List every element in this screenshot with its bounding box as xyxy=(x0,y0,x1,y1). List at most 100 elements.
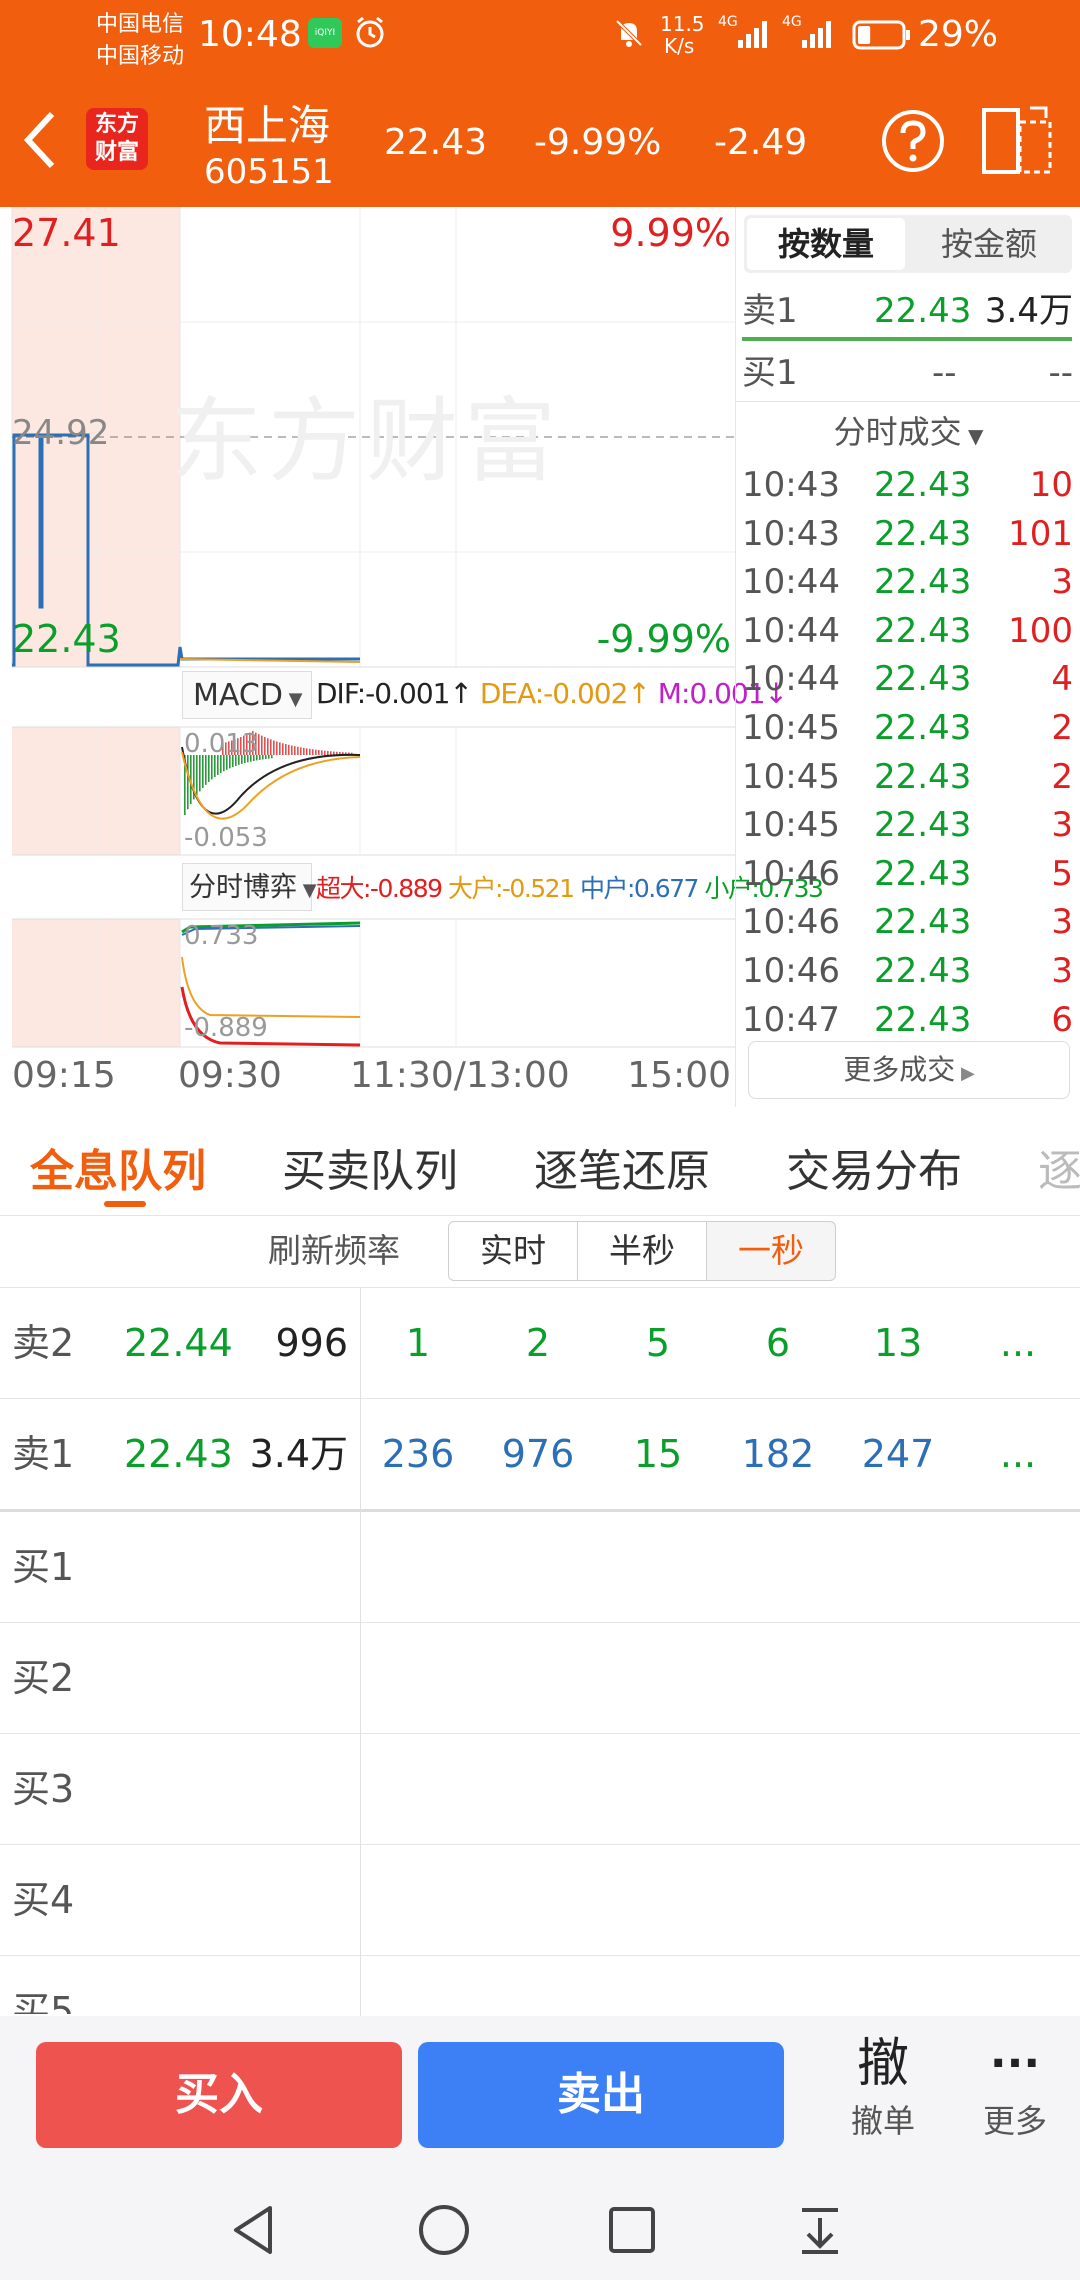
macd-hist-bar-positive xyxy=(327,750,329,755)
iqiyi-badge-icon: iQIYI xyxy=(308,18,342,48)
play-triangle-icon: ▶ xyxy=(955,1063,975,1084)
stock-price: 22.43 xyxy=(384,122,488,163)
macd-hist-bar-negative xyxy=(262,755,264,760)
tab-tick-restore[interactable]: 逐笔还原 xyxy=(534,1135,710,1199)
queue-order-size: 976 xyxy=(501,1432,575,1476)
tab-full-queue[interactable]: 全息队列 xyxy=(30,1135,206,1199)
bid-1-price: -- xyxy=(932,353,957,393)
trades-title-dropdown[interactable]: 分时成交 ▼ xyxy=(736,407,1080,461)
trade-volume: 3 xyxy=(1051,805,1073,846)
tab-trade-distribution[interactable]: 交易分布 xyxy=(786,1135,962,1199)
nav-home-icon[interactable] xyxy=(416,2202,472,2262)
pct-axis-bottom: -9.99% xyxy=(596,617,731,661)
macd-hist-bar-positive xyxy=(279,742,281,755)
queue-row-ask-1: 卖1 22.43 3.4万 236 976 15 182 247... xyxy=(0,1399,1080,1512)
tab-by-amount-label: 按金额 xyxy=(940,225,1037,263)
trades-title-label: 分时成交 xyxy=(833,413,962,451)
refresh-option-one-second[interactable]: 一秒 xyxy=(706,1221,836,1281)
trade-price: 22.43 xyxy=(874,513,972,554)
macd-hist-bar-positive xyxy=(294,746,296,755)
ask-1-volume: 3.4万 xyxy=(984,291,1073,331)
change-value: -2.49 xyxy=(714,122,808,163)
trade-time: 10:46 xyxy=(742,853,840,894)
ask-1-row: 卖1 22.43 3.4万 xyxy=(736,287,1080,335)
refresh-option-realtime[interactable]: 实时 xyxy=(448,1221,578,1281)
tab-more-partial[interactable]: 逐 xyxy=(1038,1135,1080,1199)
more-actions-button[interactable]: ··· 更多 xyxy=(960,2032,1070,2146)
sell-button[interactable]: 卖出 xyxy=(418,2042,784,2148)
trade-row: 10:44 22.43 4 xyxy=(736,655,1080,703)
intraday-chart[interactable]: 东方财富 27.41 9.99% 24.92 22.43 -9.99% MACD… xyxy=(0,207,824,1107)
mute-bell-icon xyxy=(612,16,646,54)
queue-level-price: 22.44 xyxy=(124,1321,233,1365)
trade-price: 22.43 xyxy=(874,853,972,894)
macd-hist-bar-negative xyxy=(205,755,207,785)
trade-row: 10:43 22.43 101 xyxy=(736,510,1080,558)
trade-time: 10:47 xyxy=(742,999,840,1040)
macd-hist-bar-positive xyxy=(270,739,272,755)
more-trades-button[interactable]: 更多成交 ▶ xyxy=(748,1041,1070,1099)
back-arrow-icon[interactable] xyxy=(20,110,60,174)
trade-time: 10:44 xyxy=(742,610,840,651)
macd-hist-bar-positive xyxy=(276,741,278,755)
queue-level-volume: 996 xyxy=(275,1321,348,1365)
trade-price: 22.43 xyxy=(874,951,972,991)
battery-icon xyxy=(852,20,912,54)
macd-hist-bar-negative xyxy=(202,755,204,788)
trade-row: 10:46 22.43 3 xyxy=(736,947,1080,995)
chart-watermark: 东方财富 xyxy=(170,388,563,495)
trade-row: 10:47 22.43 6 xyxy=(736,996,1080,1044)
trade-price: 22.43 xyxy=(874,465,972,505)
more-trades-label: 更多成交 xyxy=(843,1053,956,1086)
macd-hist-bar-positive xyxy=(264,736,266,755)
nav-notification-pull-icon[interactable] xyxy=(792,2202,848,2262)
price-axis-top: 27.41 xyxy=(12,211,121,255)
macd-hist-bar-positive xyxy=(300,747,302,755)
more-dots-icon: ··· xyxy=(989,2038,1041,2089)
price-axis-bottom: 22.43 xyxy=(12,617,121,661)
queue-column-divider xyxy=(360,1288,361,2016)
stock-name: 西上海 xyxy=(204,101,331,150)
macd-low-label: -0.053 xyxy=(184,823,268,853)
macd-hist-bar-positive xyxy=(303,747,305,755)
signal-icon-2 xyxy=(800,18,836,54)
cancel-order-label: 撤单 xyxy=(850,2102,915,2140)
tab-by-quantity[interactable]: 按数量 xyxy=(747,218,905,270)
queue-level-label: 买3 xyxy=(12,1767,75,1811)
cancel-order-button[interactable]: 撤 撤单 xyxy=(828,2032,938,2146)
queue-level-volume: 3.4万 xyxy=(249,1432,348,1476)
trade-row: 10:46 22.43 3 xyxy=(736,898,1080,946)
more-actions-label: 更多 xyxy=(982,2102,1047,2140)
trade-time: 10:43 xyxy=(742,513,840,554)
queue-row-bid-3: 买3 xyxy=(0,1734,1080,1845)
nav-back-icon[interactable] xyxy=(226,2202,282,2262)
macd-hist-bar-positive xyxy=(282,743,284,755)
refresh-rate-label: 刷新频率 xyxy=(268,1231,400,1270)
change-percent: -9.99% xyxy=(534,122,662,163)
trade-time: 10:44 xyxy=(742,659,840,700)
macd-hist-bar-positive xyxy=(318,750,320,755)
nav-recents-icon[interactable] xyxy=(604,2202,660,2262)
dropdown-triangle-icon: ▼ xyxy=(297,880,317,901)
queue-order-size: ... xyxy=(999,1321,1037,1365)
system-navigation-bar xyxy=(0,2172,1080,2280)
trade-volume: 3 xyxy=(1051,562,1073,603)
sell-button-label: 卖出 xyxy=(557,2069,645,2120)
macd-dif: DIF:-0.001↑ xyxy=(316,677,473,710)
macd-selector[interactable]: MACD ▼ xyxy=(182,671,312,719)
fund-large: 大户:-0.521 xyxy=(447,874,575,903)
macd-hist-bar-positive xyxy=(306,748,308,755)
tab-bid-ask-queue[interactable]: 买卖队列 xyxy=(282,1135,458,1199)
trade-row: 10:43 22.43 10 xyxy=(736,461,1080,509)
tab-by-amount[interactable]: 按金额 xyxy=(910,218,1068,270)
refresh-option-half-second[interactable]: 半秒 xyxy=(577,1221,707,1281)
trade-time: 10:43 xyxy=(742,465,840,505)
fund-flow-selector[interactable]: 分时博弈 ▼ xyxy=(182,863,317,911)
help-question-icon[interactable] xyxy=(880,108,946,178)
buy-button[interactable]: 买入 xyxy=(36,2042,402,2148)
macd-hist-bar-positive xyxy=(312,749,314,755)
dropdown-triangle-icon: ▼ xyxy=(282,689,303,710)
macd-hist-bar-positive xyxy=(321,750,323,755)
split-screen-icon[interactable] xyxy=(980,104,1054,180)
trade-volume: 3 xyxy=(1051,902,1073,943)
